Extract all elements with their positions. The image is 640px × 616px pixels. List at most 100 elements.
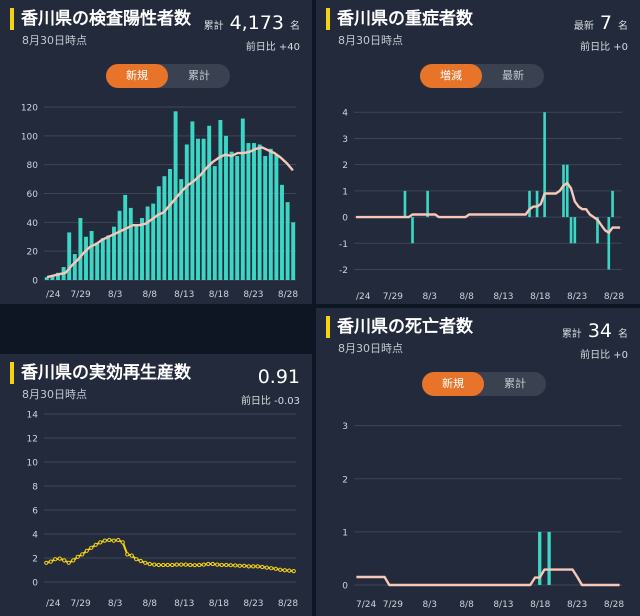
bar <box>291 222 296 280</box>
bar <box>67 232 72 280</box>
rt-point <box>246 564 251 569</box>
bar <box>84 236 88 280</box>
y-tick-label: 0 <box>342 582 348 592</box>
rt-point <box>269 566 274 571</box>
y-tick-label: 100 <box>21 132 38 142</box>
stat-label: 最新 <box>573 21 594 32</box>
rt-point <box>215 562 220 567</box>
stat-label: 累計 <box>561 329 582 340</box>
rt-point <box>201 562 206 567</box>
toggle-latest[interactable]: 最新 <box>482 64 544 88</box>
y-tick-label: 14 <box>27 411 39 421</box>
bar <box>547 531 551 585</box>
rt-point <box>179 562 184 567</box>
y-tick-label: 120 <box>21 104 38 114</box>
mode-toggle: 増減 最新 <box>420 64 544 88</box>
bar <box>535 190 539 218</box>
toggle-new[interactable]: 新規 <box>422 372 484 396</box>
rt-point <box>48 559 53 564</box>
rt-point <box>107 537 112 543</box>
y-tick-label: 4 <box>32 531 38 541</box>
bar <box>134 225 139 280</box>
bar <box>156 186 161 280</box>
y-tick-label: -2 <box>339 266 348 276</box>
x-tick-label: 8/13 <box>174 599 194 609</box>
toggle-new[interactable]: 新規 <box>106 64 168 88</box>
x-tick-label: 8/8 <box>459 600 474 610</box>
rt-point <box>71 558 76 563</box>
as-of-date: 8月30日時点 <box>22 388 87 401</box>
page-title: 香川県の死亡者数 <box>326 316 473 338</box>
bar <box>274 154 279 280</box>
y-tick-label: 3 <box>342 135 348 145</box>
rt-point <box>291 568 296 574</box>
rt-chart: 0 2 4 6 8 10 12 14/24 7/29 8/3 8/8 8/13 8/18 8/23 8/28 <box>27 411 299 610</box>
rt-point <box>210 561 215 567</box>
rt-point <box>66 560 71 565</box>
x-tick-label: 7/29 <box>70 599 90 609</box>
rt-point <box>62 558 67 563</box>
rt-point <box>233 563 238 568</box>
rt-point <box>120 540 125 545</box>
x-tick-label: 8/28 <box>278 599 298 609</box>
toggle-change[interactable]: 増減 <box>420 64 482 88</box>
y-tick-label: 0 <box>32 579 38 589</box>
bar <box>117 210 122 280</box>
bar <box>218 119 223 280</box>
x-tick-label: /24 <box>356 292 371 302</box>
rt-point <box>228 563 233 568</box>
stat-label: 累計 <box>203 21 224 32</box>
bar <box>235 156 240 280</box>
rt-point <box>125 552 130 557</box>
bar <box>123 194 128 280</box>
bar <box>569 217 573 244</box>
bar <box>611 190 614 218</box>
toggle-cumulative[interactable]: 累計 <box>168 64 230 88</box>
rt-point <box>278 567 283 572</box>
bar <box>229 151 234 280</box>
rt-point <box>111 538 116 543</box>
bar <box>106 235 111 280</box>
x-tick-label: 8/23 <box>243 290 263 300</box>
x-tick-label: 8/3 <box>422 600 436 610</box>
rt-point <box>116 537 121 543</box>
tested-panel: 香川県の検査陽性者数 8月30日時点 累計 4,173 名 前日比 +40 新規… <box>0 0 312 304</box>
rt-point <box>206 561 211 567</box>
severe-panel: 香川県の重症者数 8月30日時点 最新 7 名 前日比 +0 増減 最新 -2-… <box>316 0 640 304</box>
bar <box>240 118 245 281</box>
bar <box>78 218 83 280</box>
x-tick-label: 8/8 <box>459 292 474 302</box>
severe-chart: -2 -1 0 1 2 3 4/24 7/29 8/3 8/8 8/13 8/18 8/23 8/28 <box>339 109 624 302</box>
x-tick-label: 8/23 <box>567 292 587 302</box>
bar <box>562 164 565 218</box>
x-tick-label: 7/24 <box>356 600 376 610</box>
y-tick-label: 0 <box>32 277 38 287</box>
x-tick-label: 8/8 <box>142 290 157 300</box>
deaths-chart: 0 1 2 3 7/24 7/29 8/3 8/8 8/13 8/18 8/23 8/28 <box>342 422 624 610</box>
y-tick-label: 2 <box>342 161 348 171</box>
stat-value: 34 <box>587 320 612 342</box>
x-tick-label: 8/8 <box>142 599 157 609</box>
rt-point <box>282 568 287 573</box>
rt-point <box>93 542 98 547</box>
bar <box>190 121 195 281</box>
bar <box>95 242 100 280</box>
total-stat: 累計 4,173 名 <box>204 12 300 34</box>
bar <box>573 217 577 244</box>
x-tick-label: 7/29 <box>383 292 403 302</box>
rt-point <box>57 556 62 561</box>
bar <box>145 206 150 280</box>
bar <box>224 135 228 280</box>
rt-point <box>192 563 197 568</box>
bar <box>252 143 256 280</box>
x-tick-label: 8/13 <box>493 600 513 610</box>
y-tick-label: 2 <box>342 475 348 485</box>
x-tick-label: 8/13 <box>174 290 194 300</box>
x-tick-label: 8/3 <box>108 599 122 609</box>
rt-point <box>287 568 292 573</box>
stat-unit: 名 <box>618 329 628 340</box>
rt-point <box>152 562 157 567</box>
toggle-cumulative[interactable]: 累計 <box>484 372 546 396</box>
bar <box>128 207 133 280</box>
bar <box>89 230 94 280</box>
